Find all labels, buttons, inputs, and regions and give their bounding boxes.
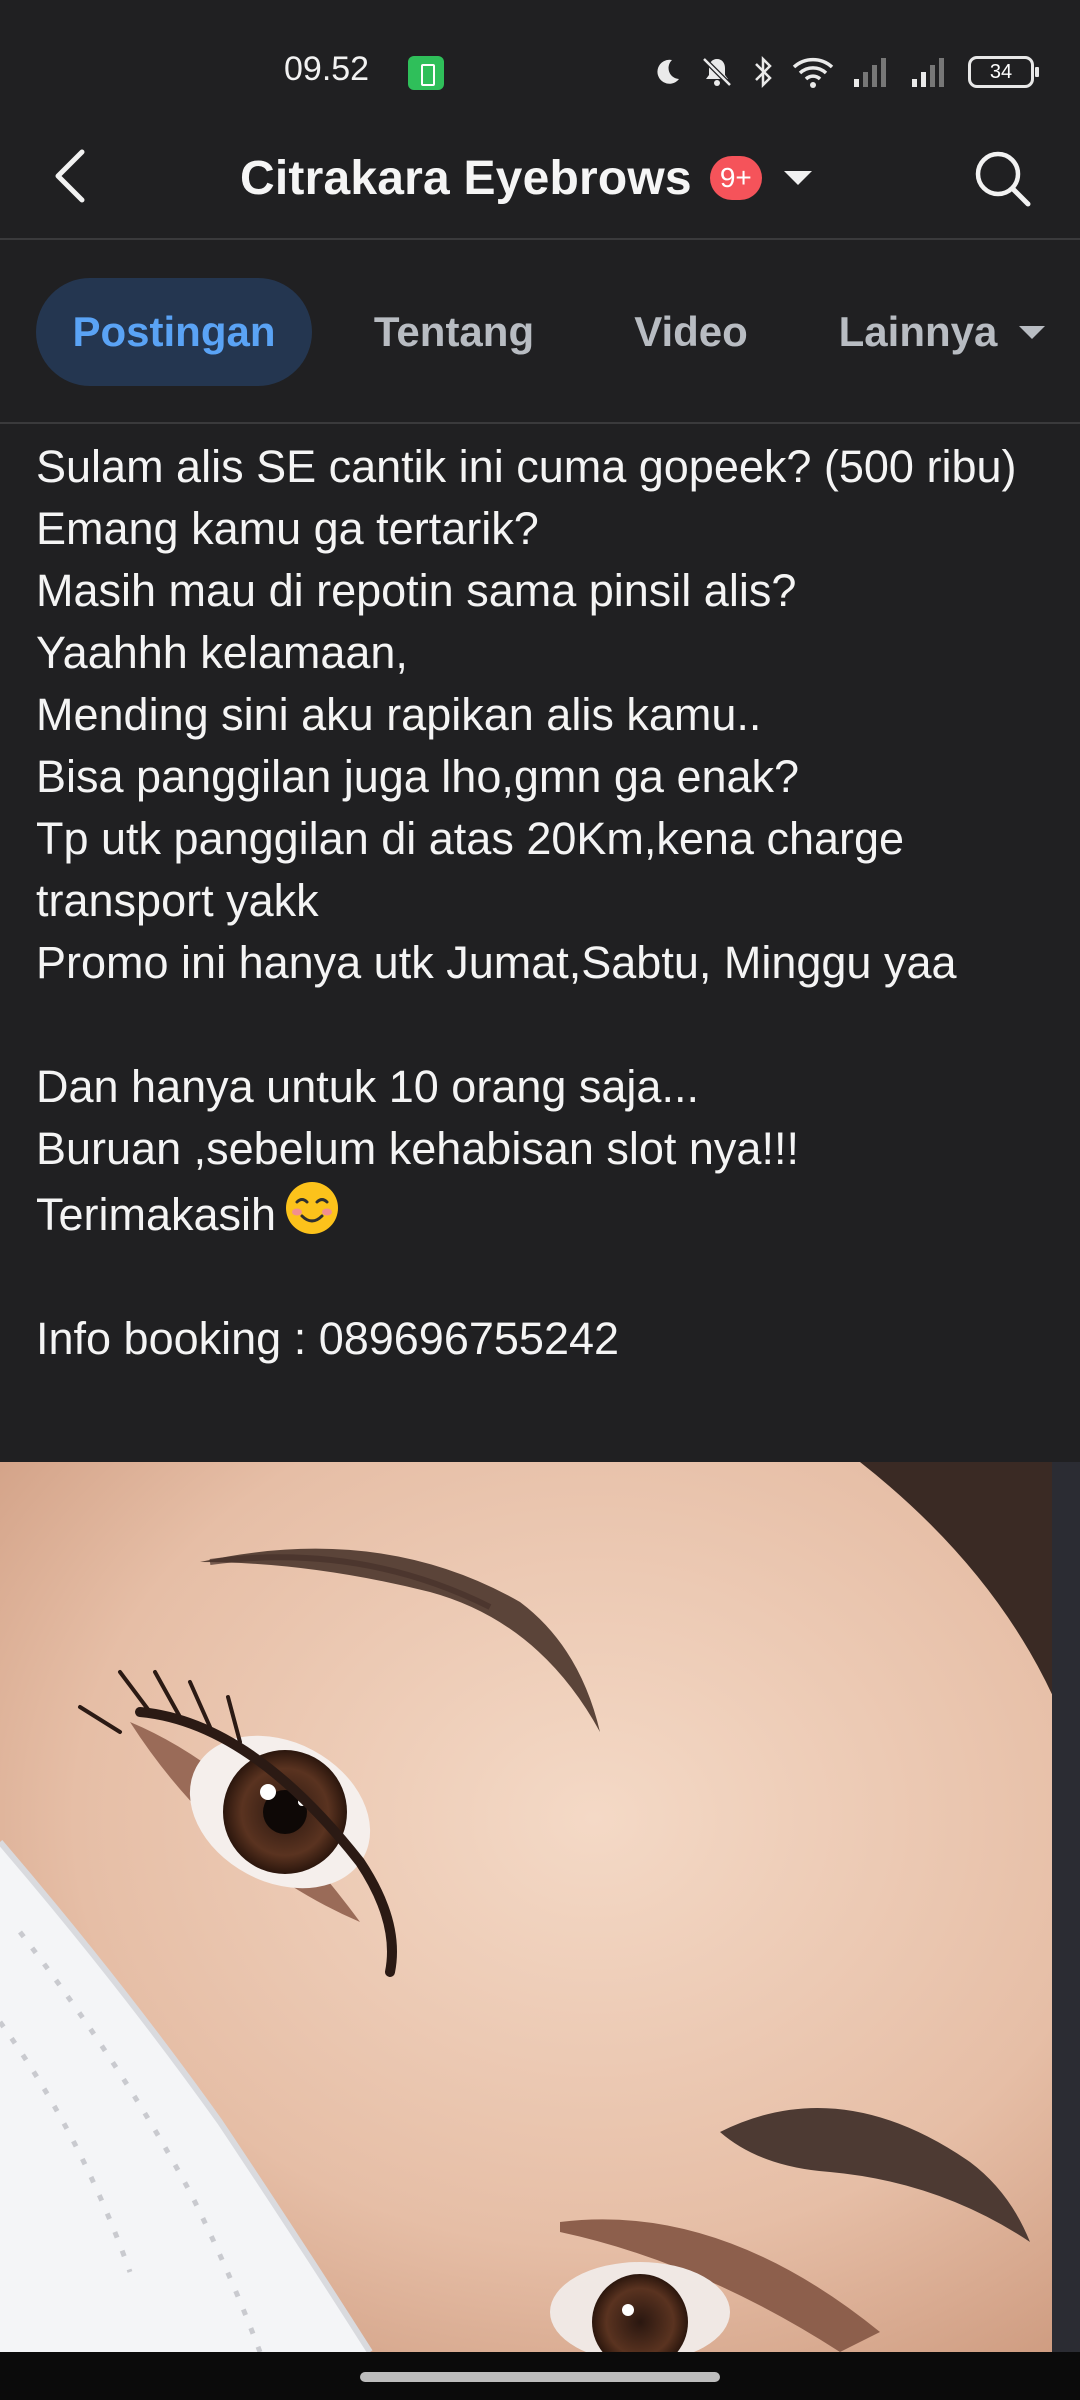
tab-video[interactable]: Video xyxy=(612,278,770,386)
eyebrow-closeup-photo xyxy=(0,1462,1080,2352)
search-button[interactable] xyxy=(970,146,1034,210)
status-icons: 34 xyxy=(652,50,1039,94)
page-title: Citrakara Eyebrows xyxy=(240,151,692,205)
tab-postingan[interactable]: Postingan xyxy=(36,278,312,386)
post-line: Promo ini hanya utk Jumat,Sabtu, Minggu … xyxy=(36,937,957,988)
page-switcher[interactable]: Citrakara Eyebrows 9+ xyxy=(240,148,812,208)
post-line-empty xyxy=(36,994,1056,1056)
status-time: 09.52 xyxy=(284,50,370,88)
bluetooth-icon xyxy=(755,55,772,89)
signal-icon xyxy=(854,58,886,87)
post-line: Buruan ,sebelum kehabisan slot nya!!! xyxy=(36,1123,799,1174)
smiling-face-icon xyxy=(286,1182,339,1234)
notification-badge: 9+ xyxy=(709,156,762,200)
wifi-icon xyxy=(792,57,834,88)
status-bar: 09.52 34 xyxy=(0,0,1080,140)
tab-bar: Postingan Tentang Video Lainnya xyxy=(0,240,1080,424)
battery-icon: 34 xyxy=(968,56,1039,88)
system-nav-bar xyxy=(0,2352,1080,2400)
moon-icon xyxy=(657,59,679,84)
post-line: Emang kamu ga tertarik? xyxy=(36,503,539,554)
home-indicator[interactable] xyxy=(360,2372,720,2382)
post-line: Mending sini aku rapikan alis kamu.. xyxy=(36,689,762,740)
post-line-empty xyxy=(36,1246,1056,1308)
post-line: Bisa panggilan juga lho,gmn ga enak? xyxy=(36,751,800,802)
tab-tentang[interactable]: Tentang xyxy=(352,278,556,386)
search-icon xyxy=(975,151,1031,207)
post-line: Dan hanya untuk 10 orang saja... xyxy=(36,1061,699,1112)
battery-saver-icon xyxy=(408,56,444,90)
post-text: Sulam alis SE cantik ini cuma gopeek? (5… xyxy=(36,436,1056,1370)
page-header: Citrakara Eyebrows 9+ xyxy=(0,120,1080,240)
post-photo[interactable] xyxy=(0,1462,1080,2352)
post-line-with-emoji: Terimakasih xyxy=(36,1180,1056,1246)
post-line: Tp utk panggilan di atas 20Km,kena charg… xyxy=(36,813,905,926)
signal-icon xyxy=(912,58,944,87)
post-line: Masih mau di repotin sama pinsil alis? xyxy=(36,565,797,616)
back-button[interactable] xyxy=(40,144,104,208)
post-line-text: Terimakasih xyxy=(36,1189,277,1240)
tab-lainnya-label: Lainnya xyxy=(838,308,998,355)
chevron-left-icon xyxy=(55,149,85,203)
caret-down-icon xyxy=(1019,325,1046,339)
caret-down-icon xyxy=(783,171,812,185)
booking-info[interactable]: Info booking : 089696755242 xyxy=(36,1308,1056,1370)
tab-lainnya[interactable]: Lainnya xyxy=(820,278,1064,386)
post-line: Sulam alis SE cantik ini cuma gopeek? (5… xyxy=(36,441,1017,492)
mute-icon xyxy=(702,57,732,87)
post-line: Yaahhh kelamaan, xyxy=(36,627,408,678)
